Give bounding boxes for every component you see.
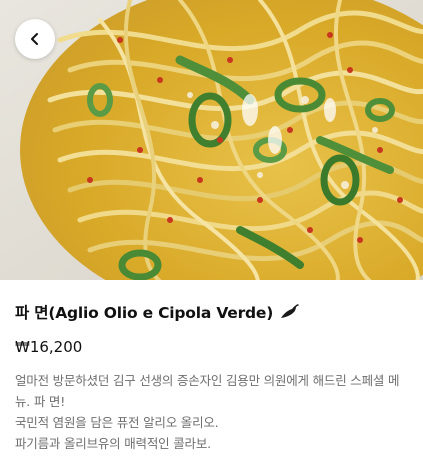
menu-item-title: 파 면(Aglio Olio e Cipola Verde) [15, 304, 274, 322]
hero-image [0, 0, 423, 280]
chevron-left-icon [28, 32, 42, 46]
back-button[interactable] [15, 19, 55, 59]
chili-pepper-icon [279, 304, 299, 320]
menu-item-price: ₩16,200 [15, 338, 83, 356]
description-line: 파기름과 올리브유의 매력적인 콜라보. [15, 436, 211, 451]
title-row: 파 면(Aglio Olio e Cipola Verde) [15, 300, 410, 324]
menu-item-description: 얼마전 방문하셨던 김구 선생의 증손자인 김용만 의원에게 해드린 스페셜 메… [15, 370, 410, 454]
description-line: 국민적 염원을 담은 퓨전 알리오 올리오. [15, 415, 219, 430]
description-line: 얼마전 방문하셨던 김구 선생의 증손자인 김용만 의원에게 해드린 스페셜 메… [15, 373, 400, 409]
menu-item-details: 파 면(Aglio Olio e Cipola Verde) ₩16,200 얼… [15, 300, 410, 454]
